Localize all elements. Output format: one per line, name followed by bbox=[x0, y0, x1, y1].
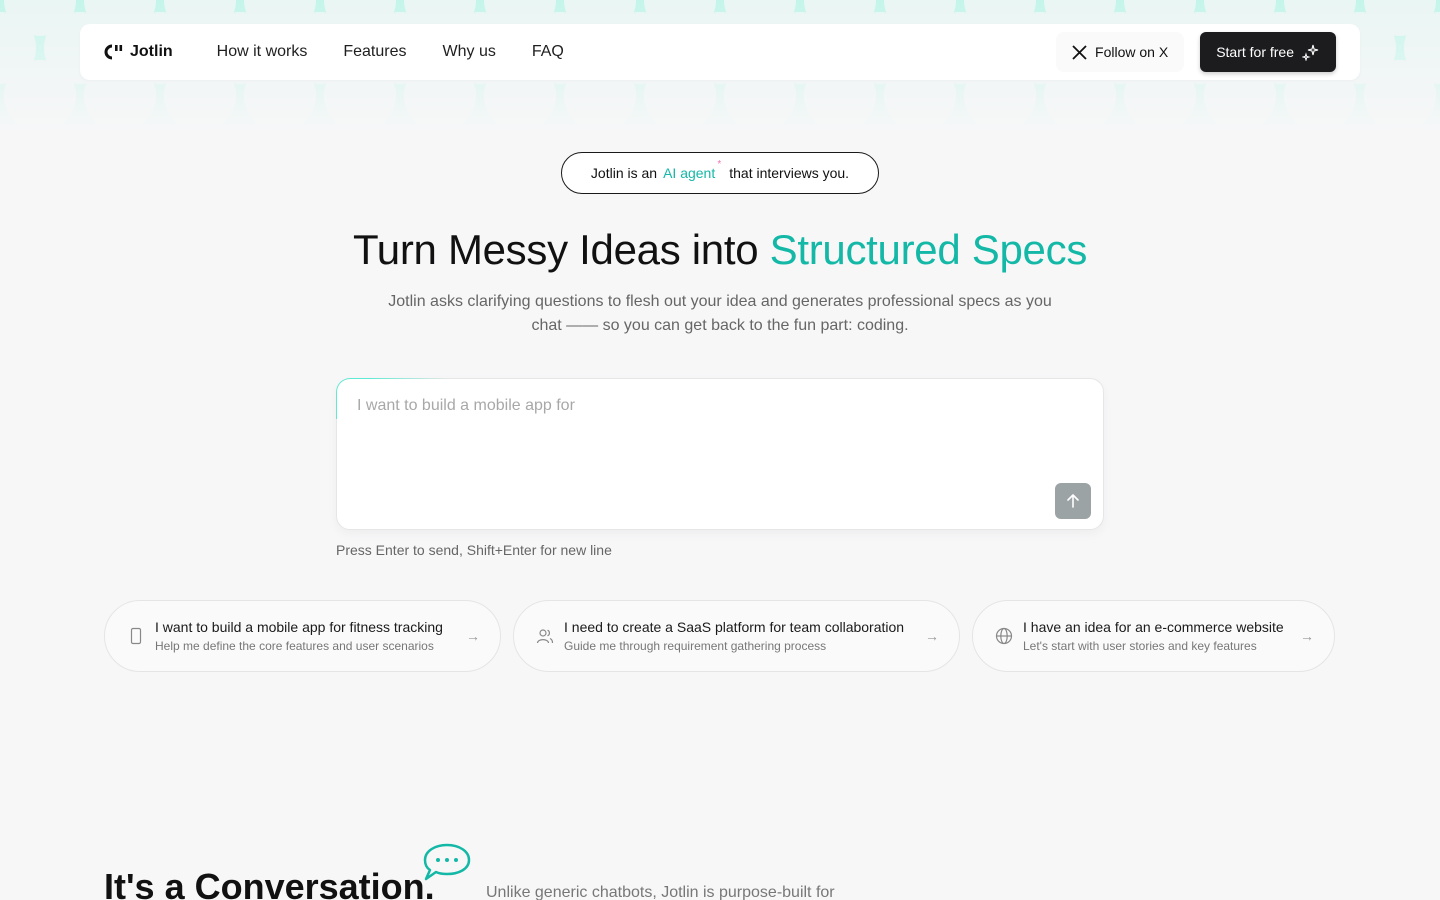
section-title: It's a Conversation. bbox=[104, 866, 435, 900]
suggestion-desc: Help me define the core features and use… bbox=[155, 639, 434, 653]
nav-link-features[interactable]: Features bbox=[343, 43, 406, 61]
sparkles-icon bbox=[1302, 44, 1319, 61]
arrow-right-icon: → bbox=[466, 628, 480, 644]
pill-accent: AI agent * bbox=[663, 159, 721, 181]
prompt-composer bbox=[336, 378, 1104, 530]
nav-links: How it works Features Why us FAQ bbox=[217, 43, 564, 61]
ai-agent-pill: Jotlin is an AI agent * that interviews y… bbox=[561, 152, 879, 194]
suggestion-card-fitness[interactable]: I want to build a mobile app for fitness… bbox=[104, 600, 501, 672]
prompt-input[interactable] bbox=[357, 397, 1077, 487]
pill-prefix: Jotlin is an bbox=[590, 165, 658, 181]
composer-hint: Press Enter to send, Shift+Enter for new… bbox=[336, 542, 612, 558]
pill-accent-text: AI agent bbox=[663, 165, 716, 181]
send-button[interactable] bbox=[1055, 483, 1091, 519]
arrow-up-icon bbox=[1067, 494, 1079, 508]
suggestion-card-saas[interactable]: I need to create a SaaS platform for tea… bbox=[513, 600, 960, 672]
suggestion-card-ecommerce[interactable]: I have an idea for an e-commerce website… bbox=[972, 600, 1335, 672]
suggestion-text: I want to build a mobile app for fitness… bbox=[155, 619, 454, 653]
hero-title: Turn Messy Ideas into Structured Specs bbox=[0, 226, 1440, 274]
hero-subtitle: Jotlin asks clarifying questions to fles… bbox=[388, 293, 1052, 334]
suggestion-title: I need to create a SaaS platform for tea… bbox=[564, 619, 905, 635]
top-navbar: Jotlin How it works Features Why us FAQ … bbox=[80, 24, 1360, 80]
nav-link-how-it-works[interactable]: How it works bbox=[217, 43, 308, 61]
brand-logo[interactable]: Jotlin bbox=[104, 43, 173, 61]
chat-bubble-icon bbox=[423, 843, 471, 881]
start-label: Start for free bbox=[1216, 44, 1294, 60]
suggestion-text: I have an idea for an e-commerce website… bbox=[1023, 619, 1288, 653]
brand-name: Jotlin bbox=[130, 43, 173, 60]
pill-star: * bbox=[717, 159, 722, 170]
suggestion-title: I want to build a mobile app for fitness… bbox=[155, 619, 443, 635]
hero-title-main: Turn Messy Ideas into bbox=[352, 226, 770, 273]
nav-actions: Follow on X Start for free bbox=[1056, 32, 1336, 72]
users-icon bbox=[536, 629, 554, 644]
x-logo-icon bbox=[1072, 44, 1087, 60]
section-description: Unlike generic chatbots, Jotlin is purpo… bbox=[486, 884, 835, 900]
nav-link-faq[interactable]: FAQ bbox=[532, 43, 564, 61]
globe-icon bbox=[995, 627, 1013, 645]
pattern-scale bbox=[4, 60, 76, 130]
suggestion-desc: Guide me through requirement gathering p… bbox=[564, 639, 827, 653]
start-for-free-button[interactable]: Start for free bbox=[1200, 32, 1336, 72]
suggestion-text: I need to create a SaaS platform for tea… bbox=[564, 619, 913, 653]
arrow-right-icon: → bbox=[1300, 628, 1314, 644]
nav-link-why-us[interactable]: Why us bbox=[443, 43, 496, 61]
hero-title-accent: Structured Specs bbox=[769, 226, 1088, 273]
jotlin-logo-icon bbox=[104, 44, 123, 60]
suggestion-list: I want to build a mobile app for fitness… bbox=[0, 600, 1440, 672]
suggestion-title: I have an idea for an e-commerce website bbox=[1023, 619, 1284, 635]
follow-on-x-button[interactable]: Follow on X bbox=[1056, 32, 1185, 72]
arrow-right-icon: → bbox=[925, 628, 939, 644]
pill-suffix: that interviews you. bbox=[729, 165, 850, 181]
pattern-scale bbox=[1364, 60, 1436, 130]
mobile-phone-icon bbox=[130, 627, 142, 645]
follow-label: Follow on X bbox=[1095, 44, 1169, 60]
suggestion-desc: Let's start with user stories and key fe… bbox=[1023, 639, 1257, 653]
